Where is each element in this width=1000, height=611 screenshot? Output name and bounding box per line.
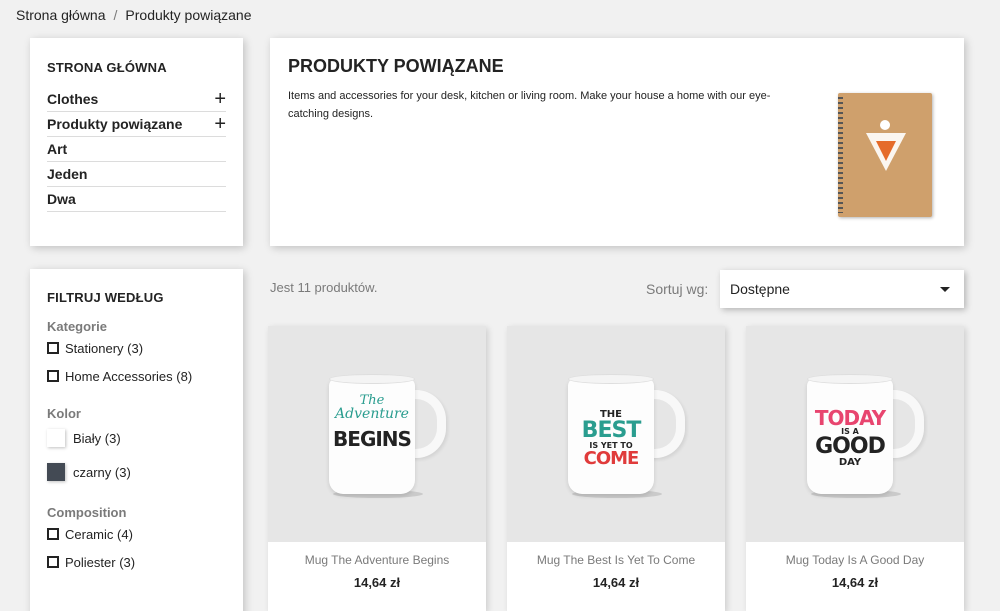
breadcrumb-separator: /	[113, 7, 118, 23]
checkbox[interactable]	[47, 342, 59, 354]
product-info: Mug The Best Is Yet To Come 14,64 zł	[507, 553, 725, 590]
category-list: Clothes + Produkty powiązane + Art Jeden…	[47, 87, 226, 212]
filter-option-bialy[interactable]: Biały (3)	[47, 421, 226, 455]
filter-option-home-accessories[interactable]: Home Accessories (8)	[47, 362, 226, 390]
category-tree-block: STRONA GŁÓWNA Clothes + Produkty powiąza…	[30, 38, 243, 246]
filter-option-czarny[interactable]: czarny (3)	[47, 455, 226, 489]
breadcrumb-home-link[interactable]: Strona główna	[16, 7, 106, 23]
category-item-jeden[interactable]: Jeden	[47, 162, 226, 187]
product-image[interactable]: THE BEST IS YET TO COME	[507, 326, 725, 542]
breadcrumb-current[interactable]: Produkty powiązane	[125, 7, 251, 23]
category-header: PRODUKTY POWIĄZANE Items and accessories…	[270, 38, 964, 246]
facet-title-kolor: Kolor	[47, 406, 81, 421]
filter-option-label[interactable]: Home Accessories (8)	[65, 369, 192, 384]
category-label[interactable]: Art	[47, 141, 67, 157]
mug-rim	[568, 374, 654, 384]
product-card[interactable]: TODAY IS A GOOD DAY Mug Today Is A Good …	[746, 326, 964, 611]
mug-print-line: TODAY	[814, 406, 886, 430]
filter-option-poliester[interactable]: Poliester (3)	[47, 548, 226, 576]
color-swatch-black[interactable]	[47, 463, 65, 481]
expand-plus-icon[interactable]: +	[214, 89, 226, 109]
product-card[interactable]: The Adventure BEGINS Mug The Adventure B…	[268, 326, 486, 611]
product-image[interactable]: TODAY IS A GOOD DAY	[746, 326, 964, 542]
product-info: Mug The Adventure Begins 14,64 zł	[268, 553, 486, 590]
filter-option-label[interactable]: Ceramic (4)	[65, 527, 133, 542]
product-price: 14,64 zł	[353, 575, 401, 590]
filters-block: FILTRUJ WEDŁUG Kategorie Stationery (3) …	[30, 269, 243, 611]
product-price: 14,64 zł	[831, 575, 879, 590]
breadcrumb: Strona główna / Produkty powiązane	[16, 7, 251, 23]
mug-print-line: BEGINS	[333, 427, 412, 451]
product-name[interactable]: Mug The Adventure Begins	[268, 553, 486, 567]
mug-print-line: Adventure	[335, 406, 409, 422]
product-count: Jest 11 produktów.	[270, 280, 378, 295]
mug-print: The Adventure BEGINS	[329, 394, 415, 449]
caret-down-icon[interactable]	[940, 286, 950, 292]
checkbox[interactable]	[47, 556, 59, 568]
category-label[interactable]: Jeden	[47, 166, 87, 182]
category-label[interactable]: Clothes	[47, 91, 98, 107]
product-name[interactable]: Mug Today Is A Good Day	[746, 553, 964, 567]
category-item-art[interactable]: Art	[47, 137, 226, 162]
category-item-clothes[interactable]: Clothes +	[47, 87, 226, 112]
category-cover-image	[838, 93, 932, 217]
mug-rim	[329, 374, 415, 384]
category-item-dwa[interactable]: Dwa	[47, 187, 226, 212]
filter-option-stationery[interactable]: Stationery (3)	[47, 334, 226, 362]
category-description: Items and accessories for your desk, kit…	[288, 90, 771, 120]
mug-print: THE BEST IS YET TO COME	[568, 410, 654, 468]
checkbox[interactable]	[47, 370, 59, 382]
filter-option-label[interactable]: Stationery (3)	[65, 341, 143, 356]
mug-print-line: GOOD	[815, 434, 886, 459]
color-swatch-white[interactable]	[47, 429, 65, 447]
mug-print-line: BEST	[581, 418, 642, 443]
product-price: 14,64 zł	[592, 575, 640, 590]
filter-option-label[interactable]: Poliester (3)	[65, 555, 135, 570]
category-tree-title[interactable]: STRONA GŁÓWNA	[47, 60, 226, 75]
expand-plus-icon[interactable]: +	[214, 114, 226, 134]
checkbox[interactable]	[47, 528, 59, 540]
filter-option-label[interactable]: czarny (3)	[73, 465, 131, 480]
mug-print: TODAY IS A GOOD DAY	[807, 408, 893, 468]
flower-icon	[880, 120, 890, 130]
filters-title: FILTRUJ WEDŁUG	[47, 290, 164, 305]
sort-label: Sortuj wg:	[646, 281, 709, 297]
filter-option-label[interactable]: Biały (3)	[73, 431, 121, 446]
facet-title-composition: Composition	[47, 505, 127, 520]
mug-rim	[807, 374, 893, 384]
sort-selected-value[interactable]: Dostępne	[730, 281, 790, 297]
product-card[interactable]: THE BEST IS YET TO COME Mug The Best Is …	[507, 326, 725, 611]
mug-print-line: DAY	[838, 457, 862, 468]
product-name[interactable]: Mug The Best Is Yet To Come	[507, 553, 725, 567]
fox-icon	[876, 141, 896, 161]
category-item-produkty-powiazane[interactable]: Produkty powiązane +	[47, 112, 226, 137]
product-info: Mug Today Is A Good Day 14,64 zł	[746, 553, 964, 590]
mug-print-line: COME	[583, 448, 640, 469]
notebook-spiral-icon	[838, 97, 843, 213]
product-image[interactable]: The Adventure BEGINS	[268, 326, 486, 542]
facet-title-kategorie: Kategorie	[47, 319, 107, 334]
category-label[interactable]: Dwa	[47, 191, 76, 207]
page-title: PRODUKTY POWIĄZANE	[288, 56, 504, 76]
filter-option-ceramic[interactable]: Ceramic (4)	[47, 520, 226, 548]
sort-dropdown[interactable]: Dostępne	[720, 270, 964, 308]
category-label[interactable]: Produkty powiązane	[47, 116, 182, 132]
